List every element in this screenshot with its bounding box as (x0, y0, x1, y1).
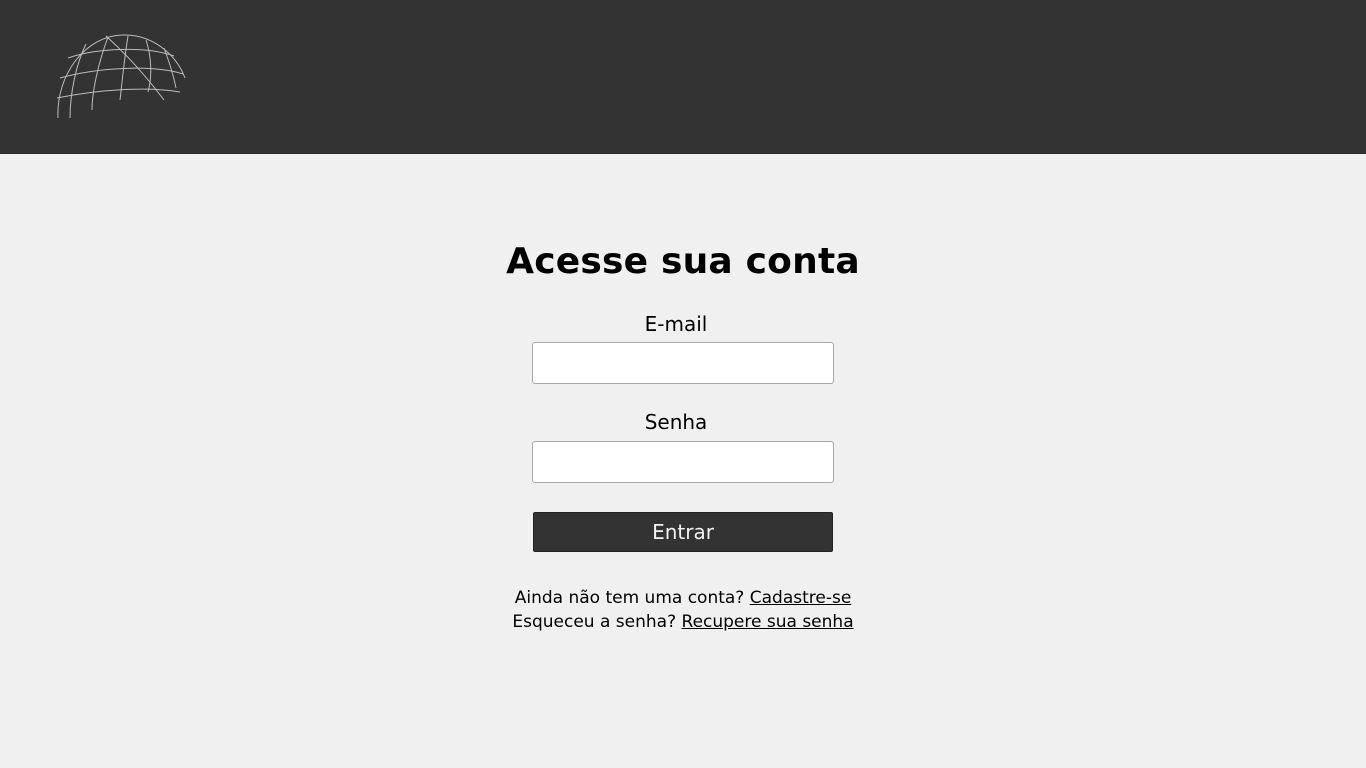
top-header (0, 0, 1366, 154)
password-label: Senha (644, 410, 708, 434)
login-button[interactable]: Entrar (533, 512, 833, 552)
page-title: Acesse sua conta (506, 241, 860, 282)
globe-wireframe-icon (56, 34, 186, 119)
recover-line: Esqueceu a senha? Recupere sua senha (0, 612, 1366, 632)
password-field[interactable] (532, 441, 834, 483)
signup-line: Ainda não tem uma conta? Cadastre-se (0, 588, 1366, 608)
signup-link[interactable]: Cadastre-se (750, 588, 852, 608)
login-section: Acesse sua conta E-mail Senha Entrar Ain… (0, 155, 1366, 768)
recover-prompt: Esqueceu a senha? (512, 612, 677, 632)
email-field[interactable] (532, 342, 834, 384)
recover-password-link[interactable]: Recupere sua senha (682, 612, 854, 632)
email-label: E-mail (644, 312, 708, 336)
signup-prompt: Ainda não tem uma conta? (514, 588, 745, 608)
